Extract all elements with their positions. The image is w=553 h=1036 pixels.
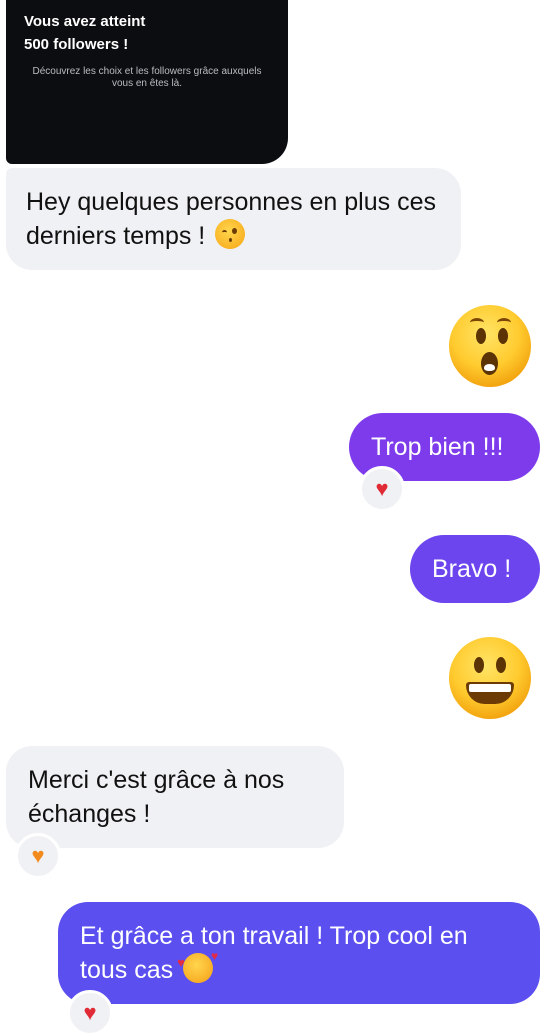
- smiling-face-with-hearts-icon: [177, 950, 218, 983]
- heart-icon: ♥: [375, 476, 389, 501]
- message-bubble-incoming[interactable]: Hey quelques personnes en plus ces derni…: [6, 168, 461, 270]
- milestone-title-line2: 500 followers !: [24, 36, 129, 53]
- heart-reaction-icon[interactable]: ♥: [359, 466, 405, 512]
- heart-icon: ♥: [83, 1000, 97, 1025]
- message-bubble-incoming[interactable]: Merci c'est grâce à nos échanges !: [6, 746, 344, 848]
- message-text: Et grâce a ton travail ! Trop cool en to…: [80, 922, 468, 984]
- message-text: Merci c'est grâce à nos échanges !: [28, 766, 285, 828]
- orange-heart-icon: ♥: [31, 843, 45, 868]
- message-text: Trop bien !!!: [371, 433, 504, 461]
- grinning-face-icon[interactable]: [449, 637, 531, 719]
- message-bubble-outgoing[interactable]: Bravo !: [410, 535, 540, 603]
- heart-reaction-icon[interactable]: ♥: [15, 833, 61, 879]
- milestone-description: Découvrez les choix et les followers grâ…: [32, 66, 262, 89]
- winking-face-icon: [215, 219, 246, 249]
- heart-reaction-icon[interactable]: ♥: [67, 990, 113, 1036]
- milestone-title: Vous avez atteint 500 followers !: [24, 10, 145, 56]
- hushed-face-icon[interactable]: [449, 305, 531, 387]
- milestone-title-line1: Vous avez atteint: [24, 13, 146, 30]
- shared-milestone-card[interactable]: Vous avez atteint 500 followers ! Découv…: [6, 0, 288, 164]
- message-bubble-outgoing[interactable]: Et grâce a ton travail ! Trop cool en to…: [58, 902, 540, 1004]
- message-text: Bravo !: [432, 555, 512, 583]
